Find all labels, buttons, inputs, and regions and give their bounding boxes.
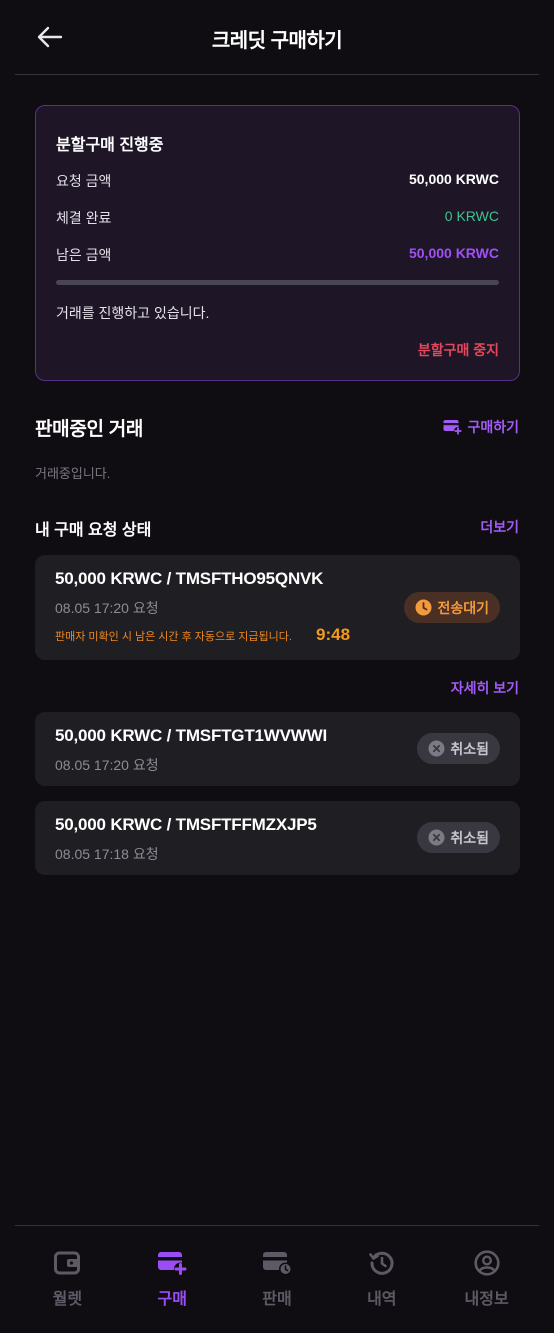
detail-link[interactable]: 자세히 보기 — [451, 678, 519, 698]
status-badge: 전송대기 — [404, 592, 500, 623]
history-icon — [367, 1248, 397, 1278]
request-title: 50,000 KRWC / TMSFTFFMZXJP5 — [55, 815, 317, 834]
remaining-amount-value: 50,000 KRWC — [408, 245, 499, 261]
requested-amount-label: 요청 금액 — [56, 173, 112, 189]
card-clock-icon — [262, 1248, 292, 1278]
x-circle-icon — [428, 740, 445, 757]
status-badge-label: 취소됨 — [450, 829, 489, 846]
clock-icon — [415, 599, 432, 616]
request-title: 50,000 KRWC / TMSFTHO95QNVK — [55, 569, 324, 588]
request-card[interactable]: 50,000 KRWC / TMSFTGT1WVWWI 08.05 17:20 … — [35, 712, 520, 786]
nav-item-history[interactable]: 내역 — [329, 1226, 434, 1333]
split-progress-bar — [56, 280, 499, 285]
split-status-text: 거래를 진행하고 있습니다. — [56, 305, 210, 321]
app-header: 크레딧 구매하기 — [0, 0, 554, 75]
request-card[interactable]: 50,000 KRWC / TMSFTFFMZXJP5 08.05 17:18 … — [35, 801, 520, 875]
x-circle-icon — [428, 829, 445, 846]
nav-item-wallet[interactable]: 월렛 — [15, 1226, 120, 1333]
status-badge: 취소됨 — [417, 822, 500, 853]
nav-item-my-info[interactable]: 내정보 — [434, 1226, 539, 1333]
request-card[interactable]: 50,000 KRWC / TMSFTHO95QNVK 08.05 17:20 … — [35, 555, 520, 660]
more-link[interactable]: 더보기 — [480, 517, 519, 537]
nav-label: 구매 — [157, 1291, 187, 1308]
completed-amount-label: 체결 완료 — [56, 210, 112, 226]
request-time: 08.05 17:18 요청 — [55, 846, 159, 862]
requested-amount-value: 50,000 KRWC — [408, 171, 499, 187]
selling-empty-text: 거래중입니다. — [35, 466, 111, 481]
nav-label: 월렛 — [52, 1291, 83, 1308]
nav-label: 내정보 — [464, 1291, 509, 1308]
buy-link[interactable]: 구매하기 — [443, 417, 519, 437]
nav-item-buy[interactable]: 구매 — [120, 1226, 225, 1333]
user-icon — [472, 1248, 502, 1278]
status-badge-label: 취소됨 — [450, 740, 489, 757]
status-badge-label: 전송대기 — [437, 599, 489, 616]
my-requests-title: 내 구매 요청 상태 — [35, 522, 152, 539]
nav-label: 내역 — [367, 1291, 397, 1308]
request-time: 08.05 17:20 요청 — [55, 757, 159, 773]
completed-amount-value: 0 KRWC — [444, 208, 499, 224]
wallet-icon — [52, 1248, 82, 1278]
split-purchase-title: 분할구매 진행중 — [56, 137, 164, 154]
card-plus-icon — [157, 1248, 188, 1278]
buy-link-label: 구매하기 — [467, 419, 519, 435]
page-title: 크레딧 구매하기 — [211, 30, 343, 52]
split-purchase-card: 분할구매 진행중 요청 금액 50,000 KRWC 체결 완료 0 KRWC … — [35, 105, 520, 381]
stop-split-purchase-button[interactable]: 분할구매 중지 — [418, 340, 499, 360]
card-plus-icon — [443, 420, 463, 435]
request-time: 08.05 17:20 요청 — [55, 600, 159, 616]
bottom-nav: 월렛 구매 판매 내역 내정보 — [15, 1226, 539, 1333]
auto-pay-note: 판매자 미확인 시 남은 시간 후 자동으로 지급됩니다. — [55, 631, 292, 643]
nav-label: 판매 — [262, 1291, 292, 1308]
selling-section-title: 판매중인 거래 — [35, 419, 144, 440]
nav-item-sell[interactable]: 판매 — [225, 1226, 330, 1333]
remaining-amount-label: 남은 금액 — [56, 247, 112, 263]
status-badge: 취소됨 — [417, 733, 500, 764]
countdown-timer: 9:48 — [316, 625, 351, 644]
header-divider — [15, 74, 539, 75]
request-title: 50,000 KRWC / TMSFTGT1WVWWI — [55, 726, 327, 745]
